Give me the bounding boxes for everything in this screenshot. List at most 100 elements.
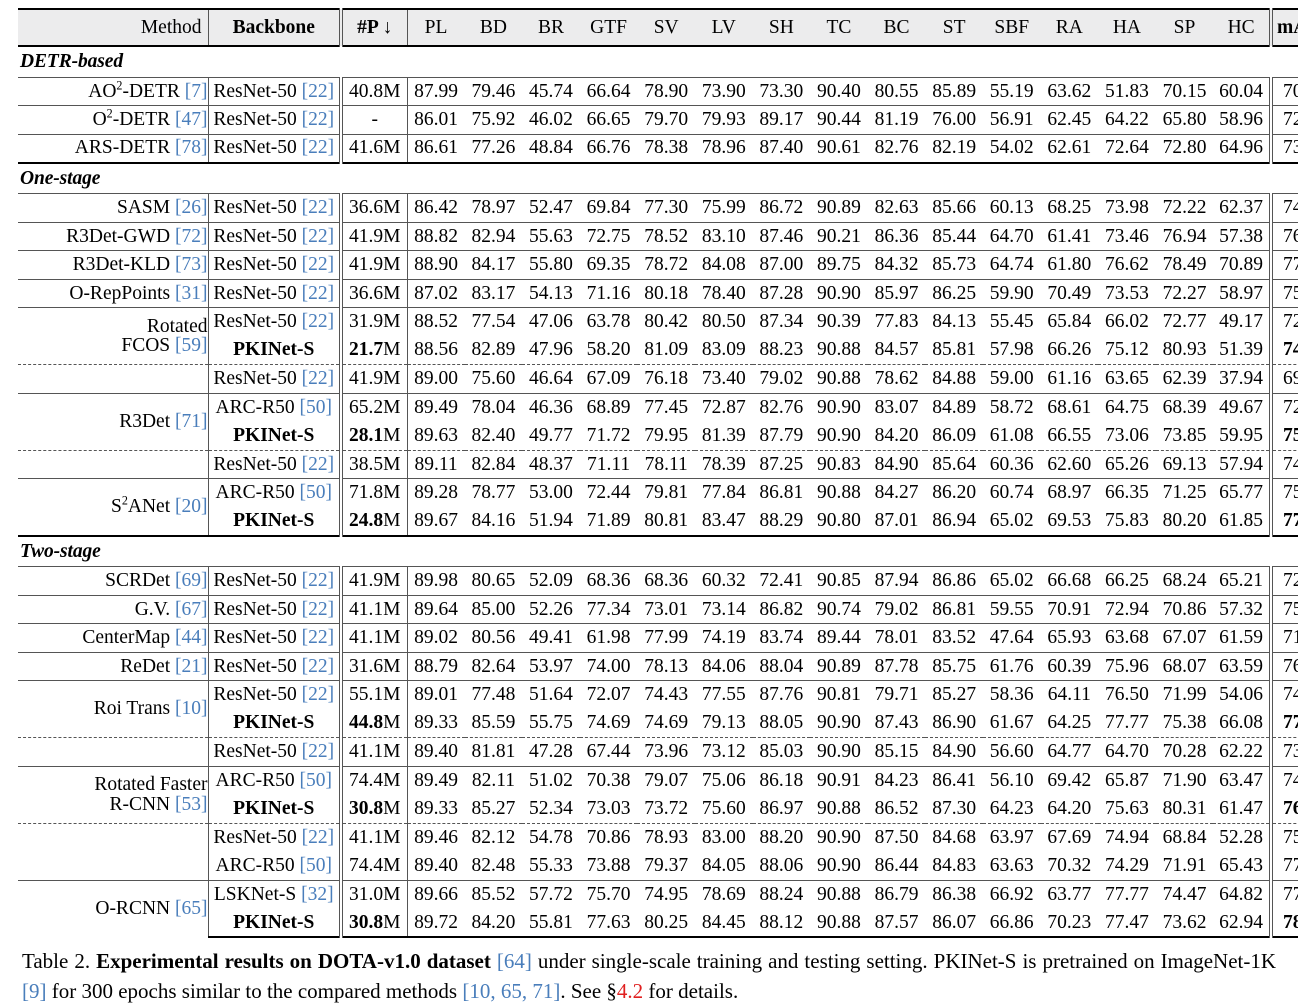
method-citation[interactable]: [21] <box>170 656 208 677</box>
params-number: 44.8 <box>349 712 384 734</box>
method-citation[interactable]: [67] <box>170 599 208 620</box>
params-number: 30.8 <box>349 911 384 933</box>
class-ap-value: 61.16 <box>1040 364 1099 393</box>
backbone-citation[interactable]: [22] <box>297 81 335 102</box>
backbone-citation[interactable]: [22] <box>297 454 335 475</box>
class-ap-value: 63.47 <box>1213 765 1271 795</box>
method-citation[interactable]: [65] <box>170 898 208 919</box>
method-citation[interactable]: [10] <box>170 698 208 719</box>
class-ap-value: 77.26 <box>464 133 523 163</box>
class-ap-value: 90.89 <box>810 193 868 222</box>
method-citation[interactable]: [72] <box>170 226 208 247</box>
class-ap-value: 85.73 <box>925 250 983 279</box>
method-citation[interactable]: [26] <box>170 197 208 218</box>
backbone-citation[interactable]: [32] <box>296 884 334 905</box>
class-ap-value: 65.80 <box>1155 105 1214 134</box>
backbone-citation[interactable]: [22] <box>297 368 335 389</box>
class-ap-value: 67.69 <box>1040 822 1099 852</box>
caption-citation-3[interactable]: [10, 65, 71] <box>462 979 560 1003</box>
class-ap-value: 73.46 <box>1098 221 1156 251</box>
backbone-citation[interactable]: [22] <box>297 283 335 304</box>
backbone-citation[interactable]: [22] <box>297 570 335 591</box>
backbone-citation[interactable]: [22] <box>297 311 335 332</box>
method-citation[interactable]: [7] <box>180 81 208 102</box>
method-label <box>18 364 208 393</box>
caption-section-ref[interactable]: 4.2 <box>617 979 643 1003</box>
method-citation[interactable]: [20] <box>170 496 208 517</box>
class-ap-value: 87.43 <box>874 712 919 734</box>
class-ap-value: 84.13 <box>925 307 983 336</box>
params-value: 36.6M <box>339 278 407 308</box>
map-value: 70.91 <box>1268 76 1298 106</box>
class-ap-value: 74.94 <box>1098 822 1156 852</box>
class-ap-value: 82.19 <box>925 133 983 163</box>
backbone-citation[interactable]: [22] <box>297 684 335 705</box>
backbone-citation[interactable]: [50] <box>295 855 332 876</box>
column-header-backbone: Backbone <box>207 9 341 46</box>
params-value: 41.1M <box>339 623 407 652</box>
map-value: 77.35 <box>1268 851 1298 880</box>
map-value: 75.49 <box>1268 478 1298 507</box>
method-label: R3Det [71] <box>18 392 208 450</box>
class-ap-value: 89.75 <box>810 250 868 279</box>
class-ap-value: 78.40 <box>694 278 753 308</box>
class-ap-value: 86.82 <box>752 594 811 624</box>
class-ap-value: 84.17 <box>464 250 523 279</box>
backbone-citation[interactable]: [50] <box>295 770 332 791</box>
method-citation[interactable]: [71] <box>170 411 208 432</box>
method-label: Rotated Faster R-CNN [53] <box>18 765 208 823</box>
class-ap-value: 90.81 <box>810 680 868 709</box>
backbone-citation[interactable]: [22] <box>297 627 335 648</box>
class-ap-value: 64.11 <box>1040 680 1099 709</box>
method-citation[interactable]: [59] <box>170 335 208 356</box>
class-ap-value: 79.95 <box>644 424 689 446</box>
column-header-sbf: SBF <box>982 9 1041 46</box>
group-label: One-stage <box>18 161 1298 194</box>
backbone-citation[interactable]: [22] <box>297 656 335 677</box>
class-ap-value: 86.72 <box>752 193 811 222</box>
method-citation[interactable]: [53] <box>170 794 208 815</box>
table-row: PKINet-S 30.8M 89.33 85.27 52.34 73.03 73.72 75… <box>18 794 1298 823</box>
method-citation[interactable]: [73] <box>170 254 208 275</box>
class-ap-value: 84.88 <box>925 364 983 393</box>
backbone-citation[interactable]: [22] <box>297 254 335 275</box>
class-ap-value: 72.27 <box>1155 278 1214 308</box>
method-citation[interactable]: [69] <box>170 570 208 591</box>
method-citation[interactable]: [78] <box>170 137 208 158</box>
backbone-citation[interactable]: [22] <box>297 109 335 130</box>
backbone-name: ARC-R50 <box>215 854 295 876</box>
class-ap-value: 85.97 <box>867 278 926 308</box>
backbone-label: ResNet-50 [22] <box>207 737 341 766</box>
backbone-citation[interactable]: [22] <box>297 226 335 247</box>
class-ap-value: 56.60 <box>982 737 1041 766</box>
class-ap-value: 51.02 <box>522 765 580 795</box>
class-ap-value: 82.84 <box>464 449 523 479</box>
class-ap-value: 90.88 <box>810 879 868 909</box>
class-ap-value: 65.77 <box>1213 478 1271 507</box>
backbone-citation[interactable]: [22] <box>297 599 335 620</box>
class-ap-value: 80.50 <box>694 307 753 336</box>
table-row: PKINet-S 44.8M 89.33 85.59 55.75 74.69 74.69 79… <box>18 709 1298 738</box>
class-ap-value: 89.44 <box>810 623 868 652</box>
caption-citation-1[interactable]: [64] <box>497 949 532 973</box>
class-ap-value: 82.76 <box>867 133 926 163</box>
method-citation[interactable]: [31] <box>170 283 208 304</box>
map-value: 78.39 <box>1268 908 1298 938</box>
backbone-citation[interactable]: [22] <box>297 197 335 218</box>
backbone-citation[interactable]: [50] <box>295 397 332 418</box>
backbone-citation[interactable]: [50] <box>295 482 332 503</box>
table-row: S2ANet [20] ARC-R50 [50] 71.8M 89.28 78.77 53… <box>18 478 1298 536</box>
class-ap-value: 89.02 <box>406 623 465 652</box>
backbone-citation[interactable]: [22] <box>297 137 335 158</box>
backbone-citation[interactable]: [22] <box>297 741 335 762</box>
method-citation[interactable]: [47] <box>170 109 208 130</box>
class-ap-value: 75.38 <box>1162 712 1207 734</box>
backbone-citation[interactable]: [22] <box>297 827 335 848</box>
class-ap-value: 86.90 <box>932 712 977 734</box>
class-ap-value: 61.41 <box>1040 221 1099 251</box>
class-ap-value: 53.97 <box>522 651 580 681</box>
map-value: 77.49 <box>1268 879 1298 909</box>
caption-citation-2[interactable]: [9] <box>22 979 47 1003</box>
method-citation[interactable]: [44] <box>170 627 208 648</box>
method-label: G.V. [67] <box>18 594 208 624</box>
